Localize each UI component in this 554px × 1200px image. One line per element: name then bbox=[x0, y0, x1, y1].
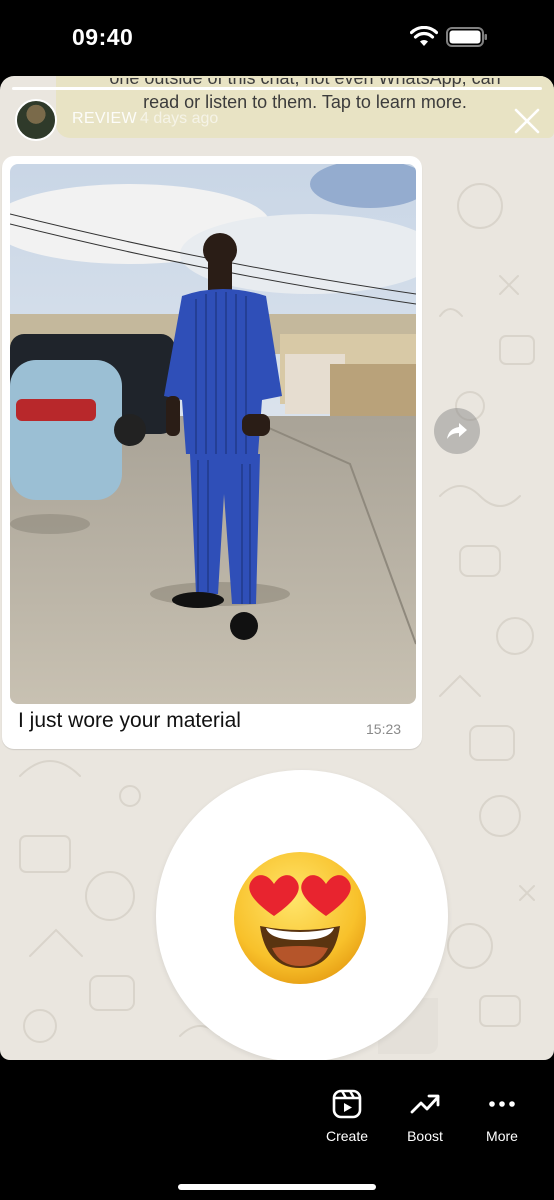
poster-name[interactable]: REVIEW bbox=[72, 110, 137, 128]
message-time: 15:23 bbox=[366, 721, 402, 737]
status-story-viewer[interactable]: one outside of this chat, not even Whats… bbox=[0, 76, 554, 1060]
create-button[interactable]: Create bbox=[307, 1088, 387, 1146]
poster-avatar[interactable] bbox=[15, 99, 57, 141]
reel-icon bbox=[332, 1089, 362, 1119]
more-button[interactable]: More bbox=[462, 1088, 542, 1146]
posted-ago: 4 days ago bbox=[140, 110, 219, 127]
message-photo[interactable] bbox=[10, 164, 416, 704]
ellipsis-icon bbox=[489, 1101, 515, 1107]
reaction-bubble[interactable] bbox=[156, 770, 448, 1060]
message-caption: I just wore your material bbox=[18, 709, 241, 732]
forward-button[interactable] bbox=[434, 408, 480, 454]
bottom-action-bar: Create Boost More bbox=[0, 1060, 554, 1200]
status-bar: 09:40 bbox=[0, 0, 554, 76]
close-icon[interactable] bbox=[512, 106, 542, 136]
privacy-banner[interactable]: one outside of this chat, not even Whats… bbox=[56, 76, 554, 138]
trend-up-icon bbox=[410, 1094, 440, 1114]
story-progress-bar bbox=[12, 87, 542, 90]
boost-label: Boost bbox=[407, 1128, 443, 1144]
forward-arrow-icon bbox=[447, 423, 467, 439]
create-label: Create bbox=[325, 1128, 369, 1144]
heart-eyes-emoji-icon bbox=[234, 852, 366, 984]
story-progress-fill bbox=[12, 87, 542, 90]
wifi-icon bbox=[410, 26, 438, 46]
boost-button[interactable]: Boost bbox=[385, 1088, 465, 1146]
banner-line-2: read or listen to them. Tap to learn mor… bbox=[143, 92, 467, 112]
status-time: 09:40 bbox=[72, 24, 134, 50]
more-label: More bbox=[486, 1128, 518, 1144]
battery-icon bbox=[446, 27, 487, 47]
message-bubble[interactable]: I just wore your material 15:23 bbox=[2, 156, 422, 749]
home-indicator[interactable] bbox=[178, 1184, 376, 1190]
